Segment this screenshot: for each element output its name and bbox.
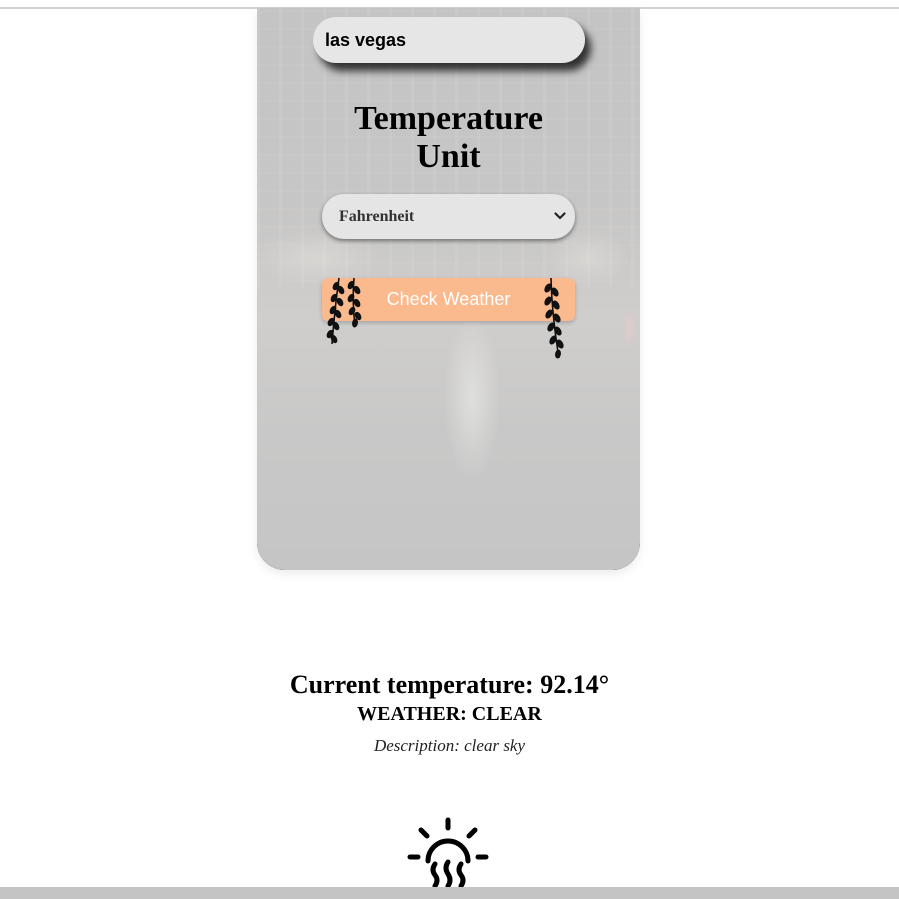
unit-select[interactable]: Fahrenheit bbox=[322, 194, 575, 239]
sun-haze-icon bbox=[407, 817, 489, 887]
temperature-unit-heading: Temperature Unit bbox=[354, 100, 543, 175]
current-temperature: Current temperature: 92.14° bbox=[289, 670, 610, 699]
unit-select-value: Fahrenheit bbox=[339, 208, 415, 225]
chevron-down-icon bbox=[554, 212, 566, 220]
vine-decoration-left bbox=[326, 277, 362, 345]
vine-decoration-right bbox=[544, 277, 564, 359]
weather-condition: WEATHER: CLEAR bbox=[357, 703, 542, 725]
weather-description: Description: clear sky bbox=[373, 736, 526, 755]
city-search-input[interactable] bbox=[313, 17, 585, 63]
weather-card: Temperature Unit Fahrenheit Check Weathe… bbox=[257, 8, 640, 570]
bottom-scrollbar bbox=[0, 887, 899, 899]
